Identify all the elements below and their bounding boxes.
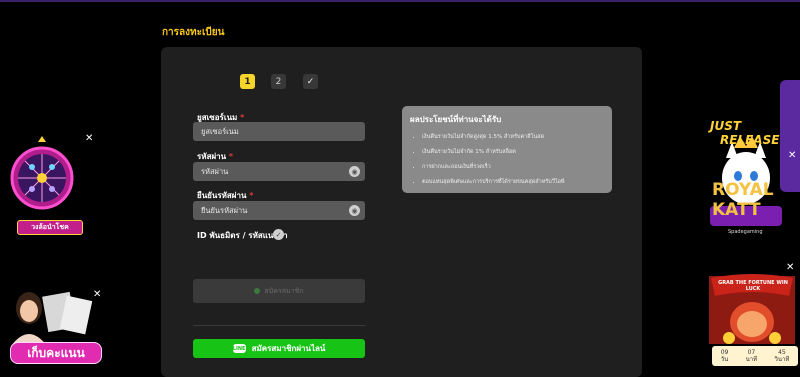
lucky-wheel-icon[interactable] [10, 136, 74, 216]
lucky-wheel-label[interactable]: วงล้อนำโชค [17, 220, 83, 235]
timer-seconds: 45 วินาที [774, 349, 790, 363]
close-points-promo-icon[interactable]: ✕ [93, 289, 101, 300]
required-mark: * [240, 113, 245, 122]
password-label-text: รหัสผ่าน [197, 152, 227, 161]
register-button-label: สมัครสมาชิก [264, 286, 304, 295]
confirm-password-placeholder: ยืนยันรหัสผ่าน [201, 205, 248, 215]
collect-points-label[interactable]: เก็บคะแนน [10, 342, 102, 364]
page-title: การลงทะเบียน [162, 27, 225, 38]
register-button[interactable]: สมัครสมาชิก [193, 279, 365, 303]
confirm-password-input[interactable]: ยืนยันรหัสผ่าน ◉ [193, 201, 365, 220]
username-input[interactable]: ยูสเซอร์เนม [193, 122, 365, 141]
step-1-indicator: 1 [240, 74, 255, 89]
line-logo-icon: LINE [232, 344, 246, 353]
confirm-password-label-text: ยืนยันรหัสผ่าน [197, 191, 247, 200]
top-border [0, 0, 800, 2]
timer-minutes: 07 นาที [745, 349, 758, 363]
divider [193, 325, 365, 326]
slot-game-name: ROYAL KATT [712, 180, 774, 220]
slot-title-line1: JUST [710, 119, 742, 133]
partner-code-toggle-icon[interactable]: ✓ [273, 229, 284, 240]
username-label-text: ยูสเซอร์เนม [197, 113, 238, 122]
show-password-icon[interactable]: ◉ [349, 166, 360, 177]
fortune-headline: GRAB THE FORTUNE WIN LUCK [718, 280, 788, 292]
benefits-list: เงินคืนรายวันไม่จำกัดสูงสุด 1.5% สำหรับค… [410, 133, 604, 186]
benefits-panel: ผลประโยชน์ที่ท่านจะได้รับ เงินคืนรายวันไ… [402, 106, 612, 193]
slot-title-line2: RELEASE [720, 133, 780, 147]
benefits-title: ผลประโยชน์ที่ท่านจะได้รับ [410, 115, 502, 124]
line-register-button[interactable]: LINE สมัครสมาชิกผ่านไลน์ [193, 339, 365, 358]
loading-dot-icon [254, 288, 261, 294]
required-mark: * [249, 191, 254, 200]
step-2-indicator: 2 [271, 74, 286, 89]
timer-days: 09 วัน [720, 349, 729, 363]
benefit-item: เงินคืนรายวันไม่จำกัดสูงสุด 1.5% สำหรับค… [422, 133, 604, 141]
username-placeholder: ยูสเซอร์เนม [201, 126, 239, 136]
slot-provider: Spadegaming [728, 229, 763, 235]
benefit-item: ตอบแทนสุดพิเศษและการบริการที่ได้รายขนคสุ… [422, 178, 604, 186]
step-complete-indicator: ✓ [303, 74, 318, 89]
line-register-label: สมัครสมาชิกผ่านไลน์ [251, 344, 326, 353]
close-fortune-promo-icon[interactable]: ✕ [786, 262, 794, 273]
show-confirm-password-icon[interactable]: ◉ [349, 205, 360, 216]
password-input[interactable]: รหัสผ่าน ◉ [193, 162, 365, 181]
benefit-item: การฝากและถอนเงินที่รวดเร็ว [422, 163, 604, 171]
required-mark: * [228, 152, 234, 161]
password-placeholder: รหัสผ่าน [201, 166, 229, 176]
countdown-timer: 09 วัน 07 นาที 45 วินาที [712, 346, 798, 366]
benefit-item: เงินคืนรายวันไม่จำกัด 1% สำหรับสล็อต [422, 148, 604, 156]
close-wheel-icon[interactable]: ✕ [85, 133, 93, 144]
